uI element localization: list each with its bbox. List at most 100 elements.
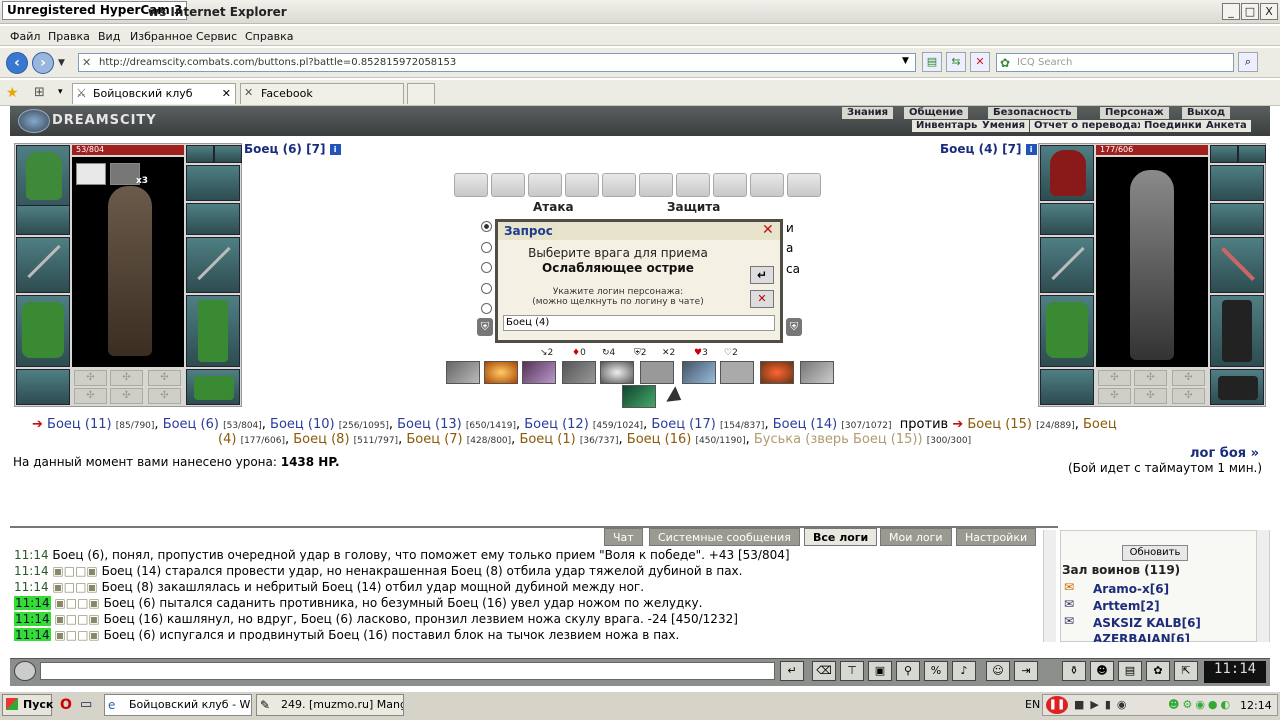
- nav-communication[interactable]: Общение: [904, 107, 969, 119]
- bracers-slot[interactable]: [16, 205, 70, 235]
- player-name[interactable]: Aramo-x[6]: [1093, 582, 1169, 596]
- scroll-slot[interactable]: [713, 173, 747, 197]
- taskbar-item-manga[interactable]: 249. [muzmo.ru] Manga ...: [256, 694, 404, 716]
- nav-character[interactable]: Персонаж: [1100, 107, 1169, 119]
- belt-slot[interactable]: [16, 369, 70, 405]
- skill-fire-icon[interactable]: [484, 361, 518, 384]
- earring-slot[interactable]: [214, 145, 242, 163]
- menu-tools[interactable]: Сервис: [196, 30, 237, 43]
- gloves-slot[interactable]: [186, 203, 240, 235]
- empty-slot[interactable]: ✣: [1172, 370, 1205, 386]
- chat-avatar-icon[interactable]: [14, 661, 36, 681]
- skill-heart-icon[interactable]: [760, 361, 794, 384]
- right-character-name[interactable]: Боец (4) [7] i: [940, 142, 1037, 156]
- team2-member[interactable]: Боец (1): [519, 432, 575, 447]
- earring-slot[interactable]: [1210, 145, 1238, 163]
- team2-member[interactable]: Боец (16): [627, 432, 692, 447]
- percent-icon[interactable]: %: [924, 661, 948, 681]
- team1-member[interactable]: Боец (12): [524, 417, 589, 432]
- tab-settings[interactable]: Настройки: [956, 528, 1037, 546]
- minimize-button[interactable]: _: [1222, 3, 1240, 20]
- team2-member[interactable]: (4): [218, 432, 236, 447]
- empty-slot[interactable]: ✣: [74, 370, 107, 386]
- tray-icons[interactable]: ☻⚙◉●◐: [1168, 698, 1233, 711]
- tab-all-logs[interactable]: Все логи: [804, 528, 878, 546]
- skill-pierce-icon[interactable]: [682, 361, 716, 384]
- search-icon[interactable]: ⌕: [1238, 52, 1258, 72]
- scroll-slot[interactable]: [602, 173, 636, 197]
- record-icon[interactable]: ❚❚: [1046, 696, 1068, 714]
- character-name[interactable]: Боец (6): [244, 142, 302, 156]
- tab-close-icon[interactable]: ✕: [222, 84, 231, 103]
- battle-log-link[interactable]: лог боя »: [1190, 446, 1259, 461]
- mask-icon[interactable]: ☻: [1090, 661, 1114, 681]
- flower-icon[interactable]: ✿: [1146, 661, 1170, 681]
- player-name[interactable]: ASKSIZ KALB[6]: [1093, 616, 1201, 630]
- chat-input[interactable]: [40, 662, 775, 680]
- exit-chat-icon[interactable]: ⇥: [1014, 661, 1038, 681]
- quick-tabs-icon[interactable]: ⊞: [34, 85, 45, 100]
- tab-combats[interactable]: Бойцовский клуб ✕: [72, 83, 236, 104]
- address-dropdown-icon[interactable]: ▼: [902, 56, 909, 66]
- weapon-slot[interactable]: [16, 237, 70, 293]
- inventory-icon[interactable]: ⚱: [1062, 661, 1086, 681]
- opera-icon[interactable]: O: [60, 697, 72, 713]
- nav-exit[interactable]: Выход: [1182, 107, 1231, 119]
- backpack-icon[interactable]: ▤: [1118, 661, 1142, 681]
- info-icon[interactable]: i: [1025, 144, 1037, 155]
- nav-inventory[interactable]: Инвентарь: [912, 120, 982, 132]
- skill-strike-icon[interactable]: [562, 361, 596, 384]
- belt-slot[interactable]: [1040, 369, 1094, 405]
- desktop-icon[interactable]: ▭: [80, 697, 92, 712]
- attack-zone-radio[interactable]: [481, 221, 492, 232]
- skill-weakening-edge-icon[interactable]: [622, 385, 656, 408]
- scroll-slot[interactable]: [676, 173, 710, 197]
- cancel-button[interactable]: ✕: [750, 290, 774, 308]
- stop-icon[interactable]: ✕: [970, 52, 990, 72]
- nav-skills[interactable]: Умения: [978, 120, 1030, 132]
- refresh-icon[interactable]: ⇆: [946, 52, 966, 72]
- team2-member[interactable]: Боец (8): [293, 432, 349, 447]
- team1-member[interactable]: Боец (11): [47, 417, 112, 432]
- earring-slot[interactable]: [1238, 145, 1266, 163]
- left-character-name[interactable]: Боец (6) [7] i: [244, 142, 341, 156]
- empty-slot[interactable]: ✣: [1098, 370, 1131, 386]
- empty-slot[interactable]: ✣: [74, 388, 107, 404]
- team2-pet[interactable]: Буська (зверь Боец (15)): [754, 432, 923, 447]
- skill-burst-icon[interactable]: [600, 361, 634, 384]
- nav-knowledge[interactable]: Знания: [842, 107, 894, 119]
- menu-favorites[interactable]: Избранное: [130, 30, 192, 43]
- scroll-slot[interactable]: [750, 173, 784, 197]
- login-input[interactable]: Боец (4): [503, 315, 775, 331]
- address-input[interactable]: http://dreamscity.combats.com/buttons.pl…: [78, 53, 916, 72]
- skill-guard-icon[interactable]: [720, 361, 754, 384]
- skill-slash-icon[interactable]: [446, 361, 480, 384]
- tab-facebook[interactable]: Facebook: [240, 83, 404, 104]
- team1-member[interactable]: Боец (13): [397, 417, 462, 432]
- amulet-slot[interactable]: [1210, 165, 1264, 201]
- players-scrollbar[interactable]: [1256, 530, 1269, 642]
- team2-member[interactable]: Боец (15): [967, 417, 1032, 432]
- filter-icon[interactable]: ⊤: [840, 661, 864, 681]
- nav-profile[interactable]: Анкета: [1202, 120, 1251, 132]
- gloves-slot[interactable]: [1210, 203, 1264, 235]
- empty-slot[interactable]: ✣: [1098, 388, 1131, 404]
- attack-zone-radio[interactable]: [481, 262, 492, 273]
- smiley-icon[interactable]: ☺: [986, 661, 1010, 681]
- scroll-slot[interactable]: [454, 173, 488, 197]
- language-indicator[interactable]: EN: [1025, 698, 1040, 711]
- save-icon[interactable]: ▣: [868, 661, 892, 681]
- tab-list-icon[interactable]: ▾: [58, 87, 63, 97]
- team1-member[interactable]: Боец (10): [270, 417, 335, 432]
- refresh-button[interactable]: Обновить: [1122, 545, 1188, 561]
- empty-slot[interactable]: ✣: [110, 388, 143, 404]
- dialog-close-icon[interactable]: ✕: [762, 222, 774, 238]
- scroll-slot[interactable]: [528, 173, 562, 197]
- clock-timer[interactable]: 11:14: [1204, 661, 1266, 683]
- send-icon[interactable]: ↵: [780, 661, 804, 681]
- menu-help[interactable]: Справка: [245, 30, 293, 43]
- nav-duels[interactable]: Поединки: [1140, 120, 1206, 132]
- confirm-button[interactable]: ↵: [750, 266, 774, 284]
- skill-blade-icon[interactable]: [522, 361, 556, 384]
- scroll-slot[interactable]: [639, 173, 673, 197]
